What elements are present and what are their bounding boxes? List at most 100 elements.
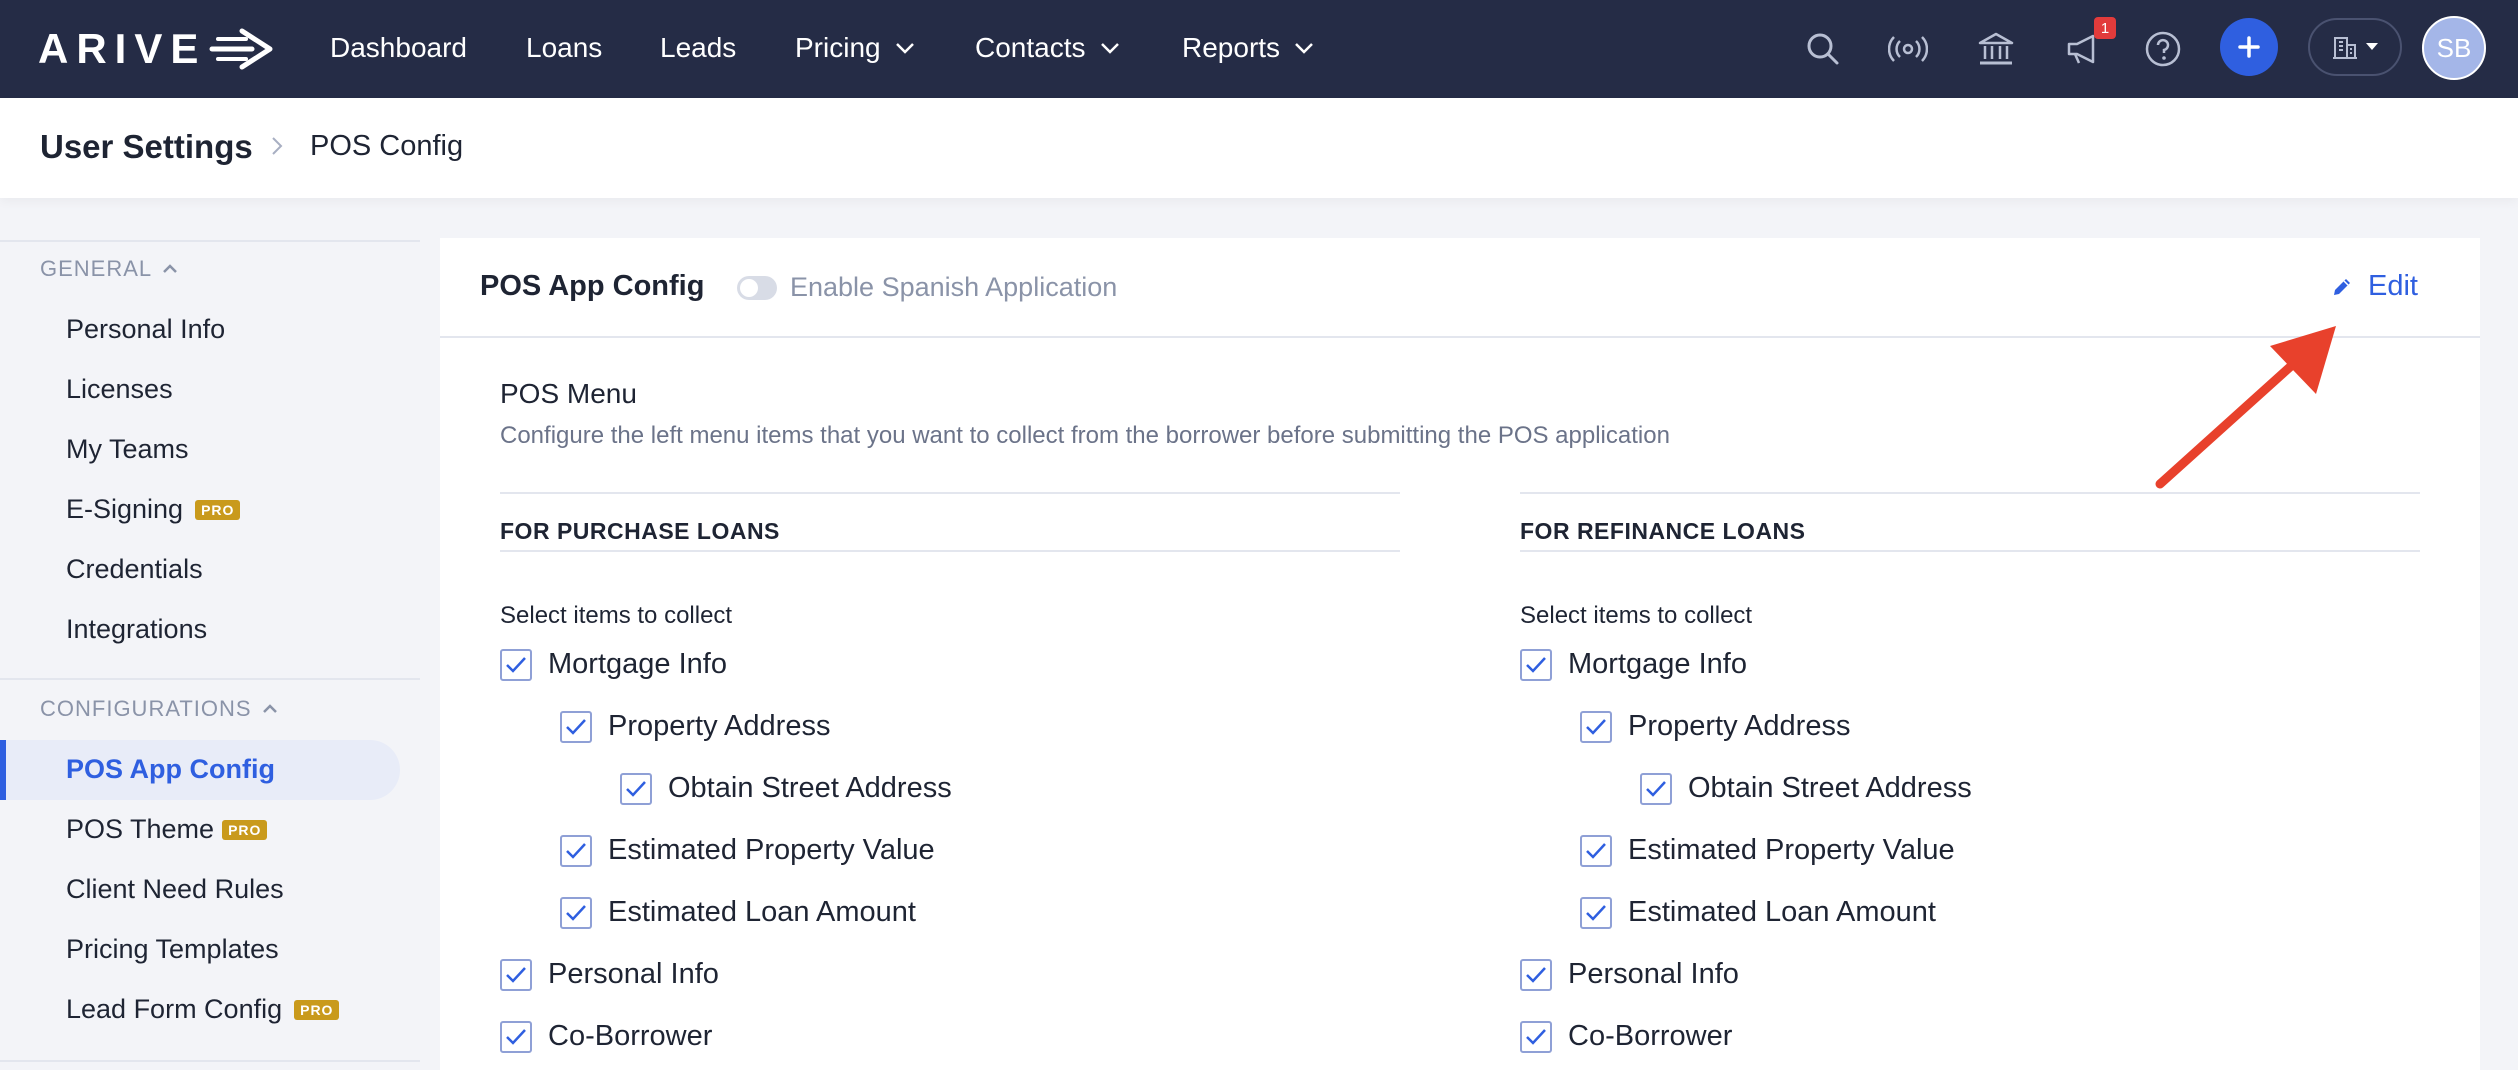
nav-pricing[interactable]: Pricing: [795, 28, 915, 68]
organization-switcher-button[interactable]: [2308, 18, 2402, 76]
breadcrumb-user-settings[interactable]: User Settings: [40, 128, 253, 166]
nav-contacts[interactable]: Contacts: [975, 28, 1120, 68]
purchase-obtain-street-address-checkbox[interactable]: Obtain Street Address: [620, 772, 952, 805]
top-navbar: ARIVE Dashboard Loans Leads Pricing Cont…: [0, 0, 2518, 98]
sidebar-item-label: Credentials: [66, 554, 203, 584]
check-icon: [1646, 780, 1666, 797]
nav-leads-label: Leads: [660, 32, 737, 63]
purchase-property-address-checkbox[interactable]: Property Address: [560, 710, 830, 743]
checkbox[interactable]: [500, 648, 532, 681]
nav-dashboard[interactable]: Dashboard: [330, 28, 467, 68]
check-icon: [1586, 718, 1606, 735]
sidebar-item-pos-app-config[interactable]: POS App Config: [66, 754, 275, 785]
purchase-co-borrower-checkbox[interactable]: Co-Borrower: [500, 1020, 712, 1053]
purchase-estimated-property-value-checkbox[interactable]: Estimated Property Value: [560, 834, 935, 867]
sidebar-item-credentials[interactable]: Credentials: [66, 554, 203, 585]
checkbox[interactable]: [1520, 958, 1552, 991]
sidebar-item-client-need-rules[interactable]: Client Need Rules: [66, 874, 284, 905]
sidebar-section-general[interactable]: GENERAL: [40, 256, 178, 282]
sidebar-item-e-signing[interactable]: E-Signing PRO: [66, 494, 241, 525]
checkbox-label: Personal Info: [548, 958, 719, 990]
spanish-application-toggle-label: Enable Spanish Application: [790, 272, 1118, 302]
sidebar-item-label: Personal Info: [66, 314, 226, 344]
chevron-down-icon: [1100, 43, 1119, 54]
refinance-co-borrower-checkbox[interactable]: Co-Borrower: [1520, 1020, 1732, 1053]
notification-badge: 1: [2094, 17, 2116, 39]
chevron-up-icon: [262, 704, 277, 713]
sidebar-item-label: My Teams: [66, 434, 189, 464]
check-icon: [1586, 842, 1606, 859]
chevron-down-icon: [895, 43, 914, 54]
sidebar-item-integrations[interactable]: Integrations: [66, 614, 207, 645]
sidebar-item-label: Pricing Templates: [66, 934, 279, 964]
checkbox[interactable]: [1580, 896, 1612, 929]
sidebar-item-pos-theme[interactable]: POS Theme PRO: [66, 814, 268, 845]
sidebar-item-pricing-templates[interactable]: Pricing Templates: [66, 934, 279, 965]
add-new-button[interactable]: [2220, 18, 2278, 76]
refinance-obtain-street-address-checkbox[interactable]: Obtain Street Address: [1640, 772, 1972, 805]
sidebar-item-label: POS App Config: [66, 754, 275, 784]
check-icon: [506, 1028, 526, 1045]
checkbox[interactable]: [1520, 648, 1552, 681]
sidebar-section-configurations[interactable]: CONFIGURATIONS: [40, 696, 278, 722]
refinance-loans-title: FOR REFINANCE LOANS: [1520, 518, 1806, 544]
broadcast-icon[interactable]: [1885, 26, 1931, 72]
checkbox[interactable]: [1580, 710, 1612, 743]
checkbox[interactable]: [1640, 772, 1672, 805]
breadcrumb: User Settings POS Config: [0, 98, 2518, 198]
checkbox[interactable]: [560, 834, 592, 867]
check-icon: [1526, 656, 1546, 673]
sidebar-divider: [0, 1060, 420, 1062]
user-avatar[interactable]: SB: [2422, 16, 2486, 80]
purchase-estimated-loan-amount-checkbox[interactable]: Estimated Loan Amount: [560, 896, 916, 929]
edit-button-label: Edit: [2368, 270, 2418, 302]
sidebar-active-indicator: [0, 740, 6, 800]
help-icon[interactable]: [2140, 26, 2186, 72]
refinance-mortgage-info-checkbox[interactable]: Mortgage Info: [1520, 648, 1747, 681]
checkbox[interactable]: [1580, 834, 1612, 867]
chevron-up-icon: [163, 264, 178, 273]
bank-icon[interactable]: [1973, 26, 2019, 72]
checkbox[interactable]: [1520, 1020, 1552, 1053]
nav-loans-label: Loans: [526, 32, 603, 63]
sidebar-item-lead-form-config[interactable]: Lead Form Config PRO: [66, 994, 340, 1025]
sidebar-divider: [0, 678, 420, 680]
sidebar-item-my-teams[interactable]: My Teams: [66, 434, 189, 465]
checkbox[interactable]: [620, 772, 652, 805]
nav-reports[interactable]: Reports: [1182, 28, 1314, 68]
sidebar-item-licenses[interactable]: Licenses: [66, 374, 173, 405]
refinance-estimated-property-value-checkbox[interactable]: Estimated Property Value: [1580, 834, 1955, 867]
edit-button[interactable]: Edit: [2330, 270, 2418, 303]
nav-leads[interactable]: Leads: [660, 28, 736, 68]
checkbox[interactable]: [500, 1020, 532, 1053]
check-icon: [566, 718, 586, 735]
sidebar-item-label: Client Need Rules: [66, 874, 284, 904]
nav-loans[interactable]: Loans: [526, 28, 602, 68]
checkbox[interactable]: [500, 958, 532, 991]
sidebar-item-personal-info[interactable]: Personal Info: [66, 314, 225, 345]
refinance-estimated-loan-amount-checkbox[interactable]: Estimated Loan Amount: [1580, 896, 1936, 929]
checkbox-label: Personal Info: [1568, 958, 1739, 990]
check-icon: [1526, 1028, 1546, 1045]
plus-icon: [2238, 36, 2260, 58]
search-icon[interactable]: [1800, 26, 1846, 72]
refinance-personal-info-checkbox[interactable]: Personal Info: [1520, 958, 1739, 991]
check-icon: [626, 780, 646, 797]
checkbox[interactable]: [560, 710, 592, 743]
sidebar-item-label: Licenses: [66, 374, 173, 404]
checkbox[interactable]: [560, 896, 592, 929]
sidebar-item-label: POS Theme: [66, 814, 215, 844]
sidebar-section-general-label: GENERAL: [40, 256, 153, 281]
check-icon: [506, 966, 526, 983]
arive-logo[interactable]: ARIVE: [38, 22, 274, 76]
purchase-mortgage-info-checkbox[interactable]: Mortgage Info: [500, 648, 727, 681]
nav-contacts-label: Contacts: [975, 32, 1086, 63]
purchase-personal-info-checkbox[interactable]: Personal Info: [500, 958, 719, 991]
refinance-property-address-checkbox[interactable]: Property Address: [1580, 710, 1850, 743]
checkbox-label: Estimated Property Value: [608, 834, 935, 866]
spanish-application-toggle[interactable]: [737, 276, 777, 300]
sidebar-item-label: E-Signing: [66, 494, 184, 524]
column-divider: [500, 492, 1400, 494]
sidebar-divider: [0, 240, 420, 242]
checkbox-label: Co-Borrower: [1568, 1020, 1733, 1052]
